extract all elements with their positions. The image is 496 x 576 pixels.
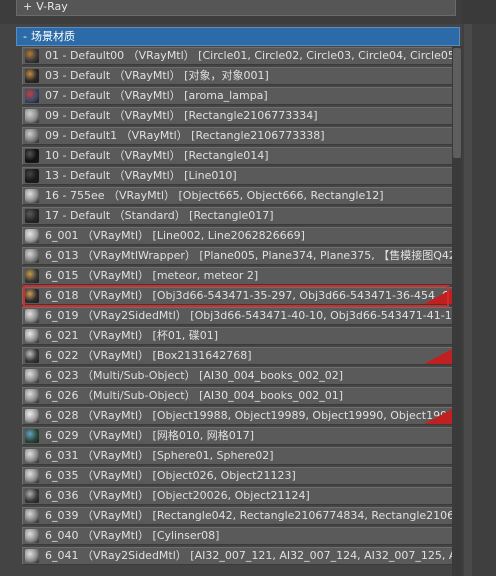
material-label: 17 - Default （Standard） [Rectangle017]	[45, 209, 274, 222]
material-label: 10 - Default （VRayMtl） [Rectangle014]	[45, 149, 269, 162]
top-toolbar: + V-Ray	[0, 0, 496, 24]
material-row[interactable]: 6_028 （VRayMtl） [Object19988, Object1998…	[22, 407, 452, 425]
side-panel	[462, 24, 496, 576]
material-row[interactable]: 6_022 （VRayMtl） [Box2131642768]	[22, 347, 452, 365]
material-row[interactable]: 6_013 （VRayMtlWrapper） [Plane005, Plane3…	[22, 247, 452, 265]
material-label: 6_018 （VRayMtl） [Obj3d66-543471-35-297, …	[45, 289, 452, 302]
grey-sphere-icon	[25, 389, 39, 403]
grey-sphere-icon	[25, 549, 39, 563]
textured-sphere-icon	[25, 429, 39, 443]
mixed-sphere-icon	[25, 349, 39, 363]
grey-sphere-icon	[25, 409, 39, 423]
grey-sphere-icon	[25, 529, 39, 543]
material-row[interactable]: 6_035 （VRayMtl） [Object026, Object21123]	[22, 467, 452, 485]
material-label: 6_041 （VRay2SidedMtl） [AI32_007_121, AI3…	[45, 549, 452, 562]
grey-sphere-icon	[25, 449, 39, 463]
textured-sphere-icon	[25, 89, 39, 103]
warning-flag-icon	[424, 289, 452, 304]
material-label: 07 - Default （VRayMtl） [aroma_lampa]	[45, 89, 268, 102]
material-row[interactable]: 13 - Default （VRayMtl） [Line010]	[22, 167, 452, 185]
collapse-icon: -	[23, 30, 27, 43]
material-row[interactable]: 6_001 （VRayMtl） [Line002, Line2062826669…	[22, 227, 452, 245]
material-label: 6_031 （VRayMtl） [Sphere01, Sphere02]	[45, 449, 274, 462]
vray-rollout-header[interactable]: + V-Ray	[16, 0, 456, 16]
dark-sphere-icon	[25, 209, 39, 223]
warning-flag-icon	[424, 349, 452, 364]
grey-sphere-icon	[25, 229, 39, 243]
scene-materials-label: 场景材质	[30, 30, 75, 43]
material-row[interactable]: 16 - 755ee （VRayMtl） [Object665, Object6…	[22, 187, 452, 205]
material-label: 6_040 （VRayMtl） [Cylinser08]	[45, 529, 220, 542]
grey-sphere-icon	[25, 129, 39, 143]
material-label: 6_035 （VRayMtl） [Object026, Object21123]	[45, 469, 296, 482]
material-label: 6_001 （VRayMtl） [Line002, Line2062826669…	[45, 229, 305, 242]
vray-rollout-label: V-Ray	[36, 0, 68, 13]
material-label: 03 - Default （VRayMtl） [对象，对象001]	[45, 69, 269, 82]
material-label: 6_015 （VRayMtl） [meteor, meteor 2]	[45, 269, 259, 282]
material-row[interactable]: 07 - Default （VRayMtl） [aroma_lampa]	[22, 87, 452, 105]
grey-sphere-icon	[25, 189, 39, 203]
material-row[interactable]: 6_018 （VRayMtl） [Obj3d66-543471-35-297, …	[22, 287, 452, 305]
material-row[interactable]: 6_026 （Multi/Sub-Object） [AI30_004_books…	[22, 387, 452, 405]
material-label: 6_036 （VRayMtl） [Object20026, Object2112…	[45, 489, 310, 502]
black-sphere-icon	[25, 149, 39, 163]
mixed-sphere-icon	[25, 489, 39, 503]
grey-sphere-icon	[25, 249, 39, 263]
material-label: 6_022 （VRayMtl） [Box2131642768]	[45, 349, 252, 362]
dark-sphere-icon	[25, 169, 39, 183]
material-label: 09 - Default1 （VRayMtl） [Rectangle210677…	[45, 129, 325, 142]
grey-sphere-icon	[25, 329, 39, 343]
mixed-sphere-icon	[25, 269, 39, 283]
material-label: 01 - Default00 （VRayMtl） [Circle01, Circ…	[45, 49, 452, 62]
grey-sphere-icon	[25, 509, 39, 523]
material-label: 6_028 （VRayMtl） [Object19988, Object1998…	[45, 409, 452, 422]
grey-sphere-icon	[25, 309, 39, 323]
material-row[interactable]: 09 - Default （VRayMtl） [Rectangle2106773…	[22, 107, 452, 125]
material-row[interactable]: 6_036 （VRayMtl） [Object20026, Object2112…	[22, 487, 452, 505]
material-row[interactable]: 6_019 （VRay2SidedMtl） [Obj3d66-543471-40…	[22, 307, 452, 325]
side-panel-top	[462, 0, 496, 24]
scrollbar-thumb[interactable]	[453, 48, 461, 158]
material-label: 16 - 755ee （VRayMtl） [Object665, Object6…	[45, 189, 384, 202]
material-label: 6_019 （VRay2SidedMtl） [Obj3d66-543471-40…	[45, 309, 452, 322]
material-label: 6_023 （Multi/Sub-Object） [AI30_004_books…	[45, 369, 343, 382]
warning-flag-icon	[424, 409, 452, 424]
material-row[interactable]: 6_041 （VRay2SidedMtl） [AI32_007_121, AI3…	[22, 547, 452, 565]
material-label: 6_021 （VRayMtl） [杯01, 碟01]	[45, 329, 219, 342]
material-list: 01 - Default00 （VRayMtl） [Circle01, Circ…	[16, 46, 452, 576]
material-row[interactable]: 6_031 （VRayMtl） [Sphere01, Sphere02]	[22, 447, 452, 465]
material-row[interactable]: 17 - Default （Standard） [Rectangle017]	[22, 207, 452, 225]
expand-icon: +	[23, 0, 33, 13]
side-panel-scrollbar[interactable]	[464, 24, 472, 576]
gold-sphere-icon	[25, 69, 39, 83]
material-label: 6_029 （VRayMtl） [网格010, 网格017]	[45, 429, 255, 442]
scene-materials-rollout-header[interactable]: - 场景材质	[16, 27, 460, 46]
material-label: 09 - Default （VRayMtl） [Rectangle2106773…	[45, 109, 318, 122]
material-row[interactable]: 6_040 （VRayMtl） [Cylinser08]	[22, 527, 452, 545]
material-row[interactable]: 01 - Default00 （VRayMtl） [Circle01, Circ…	[22, 47, 452, 65]
material-row[interactable]: 6_029 （VRayMtl） [网格010, 网格017]	[22, 427, 452, 445]
material-label: 6_013 （VRayMtlWrapper） [Plane005, Plane3…	[45, 249, 452, 262]
grey-sphere-icon	[25, 369, 39, 383]
material-label: 13 - Default （VRayMtl） [Line010]	[45, 169, 237, 182]
material-row[interactable]: 10 - Default （VRayMtl） [Rectangle014]	[22, 147, 452, 165]
grey-sphere-icon	[25, 469, 39, 483]
list-scrollbar[interactable]	[452, 46, 462, 576]
grey-sphere-icon	[25, 109, 39, 123]
material-row[interactable]: 6_039 （VRayMtl） [Rectangle042, Rectangle…	[22, 507, 452, 525]
material-row[interactable]: 03 - Default （VRayMtl） [对象，对象001]	[22, 67, 452, 85]
material-label: 6_039 （VRayMtl） [Rectangle042, Rectangle…	[45, 509, 452, 522]
material-row[interactable]: 6_023 （Multi/Sub-Object） [AI30_004_books…	[22, 367, 452, 385]
material-row[interactable]: 09 - Default1 （VRayMtl） [Rectangle210677…	[22, 127, 452, 145]
material-row[interactable]: 6_021 （VRayMtl） [杯01, 碟01]	[22, 327, 452, 345]
mixed-sphere-icon	[25, 49, 39, 63]
material-row[interactable]: 6_015 （VRayMtl） [meteor, meteor 2]	[22, 267, 452, 285]
material-label: 6_026 （Multi/Sub-Object） [AI30_004_books…	[45, 389, 343, 402]
mixed-sphere-icon	[25, 289, 39, 303]
